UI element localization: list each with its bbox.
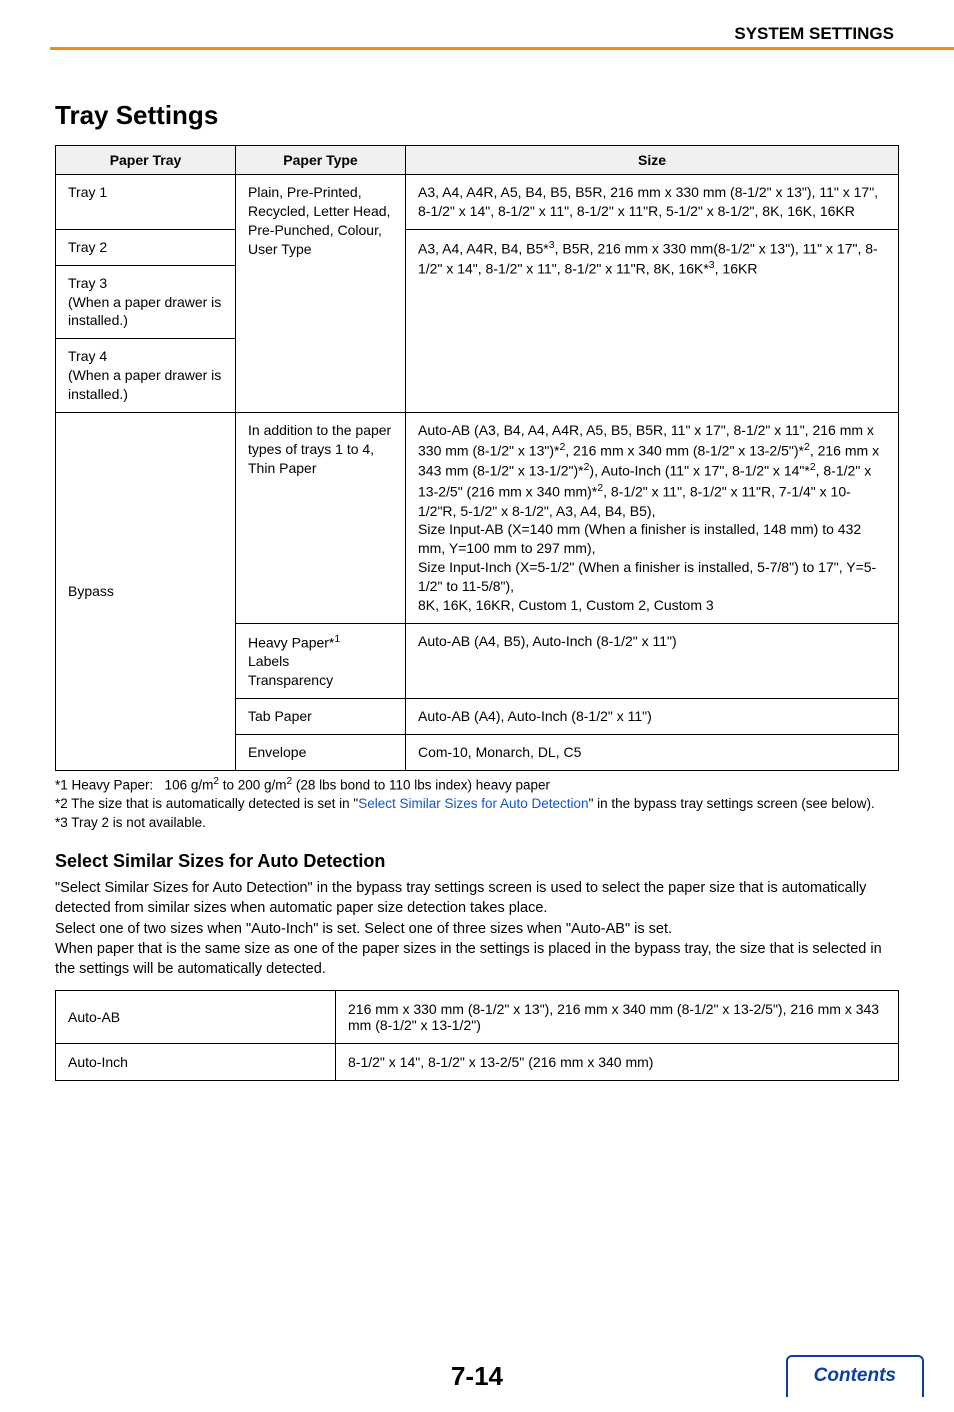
col-header-paper-type: Paper Type <box>236 146 406 175</box>
page-title: Tray Settings <box>55 100 899 131</box>
cell-bypass-type4: Envelope <box>236 735 406 771</box>
cell-bypass-size2: Auto-AB (A4, B5), Auto-Inch (8-1/2" x 11… <box>406 623 899 698</box>
breadcrumb: SYSTEM SETTINGS <box>734 24 894 44</box>
cell-auto-inch-value: 8-1/2" x 14", 8-1/2" x 13-2/5" (216 mm x… <box>336 1043 899 1080</box>
link-select-similar-sizes[interactable]: Select Similar Sizes for Auto Detection <box>358 796 588 811</box>
col-header-size: Size <box>406 146 899 175</box>
cell-auto-ab-value: 216 mm x 330 mm (8-1/2" x 13"), 216 mm x… <box>336 990 899 1043</box>
tray-settings-table: Paper Tray Paper Type Size Tray 1 Plain,… <box>55 145 899 771</box>
col-header-paper-tray: Paper Tray <box>56 146 236 175</box>
subsection-title: Select Similar Sizes for Auto Detection <box>55 851 899 872</box>
cell-tray4: Tray 4 (When a paper drawer is installed… <box>56 339 236 413</box>
cell-bypass-type2: Heavy Paper*1LabelsTransparency <box>236 623 406 698</box>
cell-bypass-size3: Auto-AB (A4), Auto-Inch (8-1/2" x 11") <box>406 699 899 735</box>
footnote-3: *3 Tray 2 is not available. <box>55 814 899 833</box>
cell-tray2: Tray 2 <box>56 229 236 265</box>
cell-bypass-size1: Auto-AB (A3, B4, A4, A4R, A5, B5, B5R, 1… <box>406 413 899 624</box>
cell-size-tray234: A3, A4, A4R, B4, B5*3, B5R, 216 mm x 330… <box>406 229 899 412</box>
cell-bypass-type3: Tab Paper <box>236 699 406 735</box>
footnotes: *1 Heavy Paper: 106 g/m2 to 200 g/m2 (28… <box>55 775 899 833</box>
cell-tray1: Tray 1 <box>56 175 236 230</box>
auto-detection-table: Auto-AB 216 mm x 330 mm (8-1/2" x 13"), … <box>55 990 899 1081</box>
cell-bypass-type1: In addition to the paper types of trays … <box>236 413 406 624</box>
cell-auto-ab-label: Auto-AB <box>56 990 336 1043</box>
cell-tray3: Tray 3 (When a paper drawer is installed… <box>56 265 236 339</box>
contents-button[interactable]: Contents <box>786 1355 924 1397</box>
cell-auto-inch-label: Auto-Inch <box>56 1043 336 1080</box>
subsection-body: "Select Similar Sizes for Auto Detection… <box>55 878 899 979</box>
cell-bypass-size4: Com-10, Monarch, DL, C5 <box>406 735 899 771</box>
footnote-2: *2 The size that is automatically detect… <box>55 795 899 814</box>
cell-type-trays: Plain, Pre-Printed, Recycled, Letter Hea… <box>236 175 406 413</box>
cell-size-tray1: A3, A4, A4R, A5, B4, B5, B5R, 216 mm x 3… <box>406 175 899 230</box>
footnote-1: *1 Heavy Paper: 106 g/m2 to 200 g/m2 (28… <box>55 775 899 795</box>
cell-bypass: Bypass <box>56 413 236 771</box>
